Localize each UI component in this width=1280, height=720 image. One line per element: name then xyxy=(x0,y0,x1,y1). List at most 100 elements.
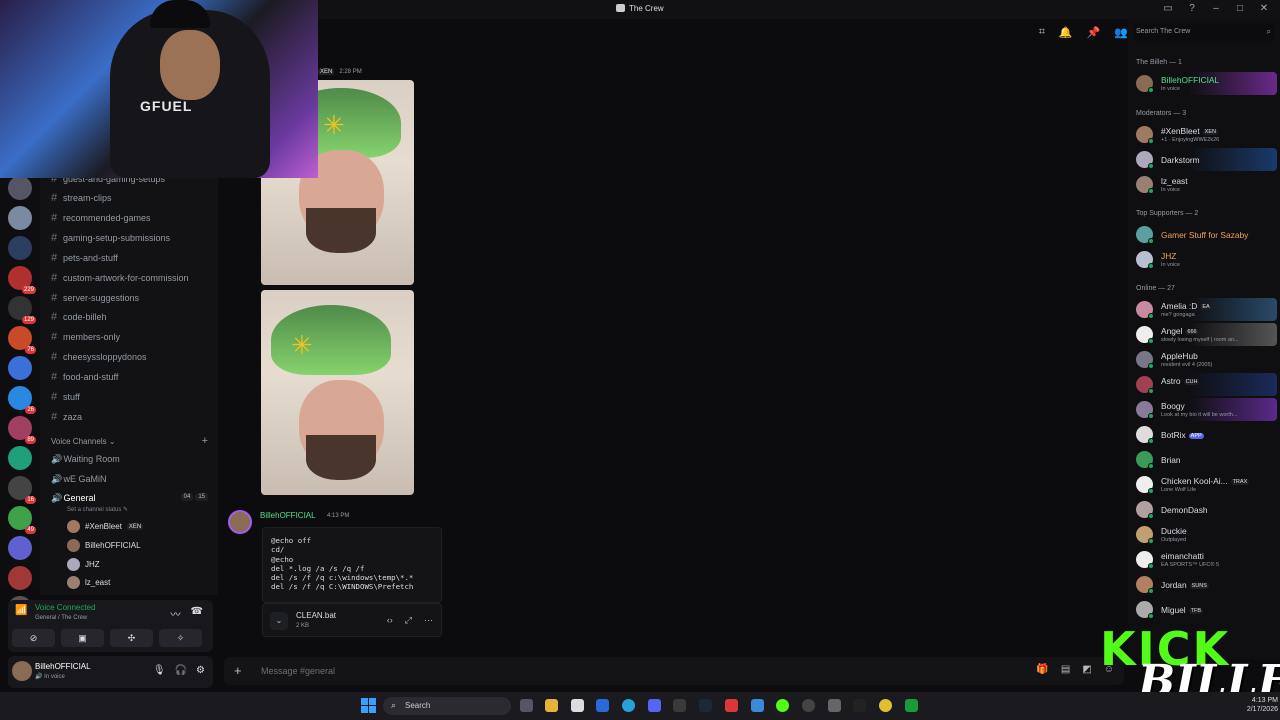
mail-icon[interactable] xyxy=(596,699,609,712)
settings-icon[interactable] xyxy=(828,699,841,712)
sticker-icon[interactable]: ◩ xyxy=(1082,664,1091,675)
channel-members-only[interactable]: # members-only xyxy=(51,331,120,343)
member-item[interactable]: Astro CUH xyxy=(1131,373,1277,396)
store-icon[interactable] xyxy=(571,699,584,712)
channel-food-and-stuff[interactable]: # food-and-stuff xyxy=(51,371,118,383)
chevron-down-icon[interactable]: ⌄ xyxy=(270,612,288,630)
voice-channel-we-gamin[interactable]: 🔊 wE GaMiN xyxy=(51,474,107,485)
gear-icon[interactable]: ⚙ xyxy=(196,665,205,676)
voice-channels-header[interactable]: Voice Channels ⌄ xyxy=(51,437,116,446)
bell-icon[interactable]: 🔔 xyxy=(1059,26,1073,39)
disconnect-icon[interactable]: ☎ xyxy=(191,606,203,621)
avatar[interactable] xyxy=(228,510,252,534)
system-clock[interactable]: 4:13 PM 2/17/2026 xyxy=(1247,696,1278,714)
server-icon[interactable] xyxy=(8,356,32,380)
file-explorer-icon[interactable] xyxy=(545,699,558,712)
member-item[interactable]: Chicken Kool-Ai... TRAX Lone Wolf Life xyxy=(1131,473,1277,496)
channel-stuff[interactable]: # stuff xyxy=(51,391,80,403)
microphone-icon[interactable]: 🎙 xyxy=(153,665,166,676)
server-icon[interactable]: 26 xyxy=(8,386,36,414)
server-icon[interactable] xyxy=(8,176,32,200)
xbox-icon[interactable] xyxy=(673,699,686,712)
screen-share-button[interactable]: ▣ xyxy=(61,629,104,647)
member-item[interactable]: JHZ In voice xyxy=(1131,248,1277,271)
member-item[interactable]: Jordan SUNS xyxy=(1131,573,1277,596)
member-item[interactable]: Angel 666 slowly losing myself | room an..… xyxy=(1131,323,1277,346)
search-input[interactable]: Search The Crew ⌕ xyxy=(1133,24,1275,41)
server-icon[interactable] xyxy=(8,446,32,470)
message-author[interactable]: BillehOFFICIAL xyxy=(260,511,316,520)
member-item[interactable]: eimanchatti EA SPORTS™ UFC® 5 xyxy=(1131,548,1277,571)
server-icon[interactable] xyxy=(8,206,32,230)
voice-user[interactable]: JHZ xyxy=(67,558,100,571)
member-item[interactable]: Boogy Look at my bio it will be worth... xyxy=(1131,398,1277,421)
voice-channel-waiting-room[interactable]: 🔊 Waiting Room xyxy=(51,454,120,465)
server-icon[interactable]: 49 xyxy=(8,506,36,534)
member-item[interactable]: Miguel TFB xyxy=(1131,598,1277,621)
voice-connected-subtitle[interactable]: General / The Crew xyxy=(35,615,87,621)
task-view-icon[interactable] xyxy=(520,699,533,712)
close-icon[interactable]: ✕ xyxy=(1258,3,1270,14)
epic-games-icon[interactable] xyxy=(853,699,866,712)
voice-user[interactable]: #XenBleet XEN xyxy=(67,520,144,533)
channel-stream-clips[interactable]: # stream-clips xyxy=(51,192,112,204)
member-item[interactable]: AppleHub resident evil 4 (2005) xyxy=(1131,348,1277,371)
member-list-icon[interactable]: 👥 xyxy=(1114,26,1128,39)
kick-icon[interactable] xyxy=(776,699,789,712)
channel-code-billeh[interactable]: # code-billeh xyxy=(51,311,107,323)
member-item[interactable]: BillehOFFICIAL In voice xyxy=(1131,72,1277,95)
add-channel-icon[interactable]: + xyxy=(202,435,208,447)
avatar[interactable] xyxy=(12,661,32,681)
pin-icon[interactable]: 📌 xyxy=(1087,26,1101,39)
gift-icon[interactable]: 🎁 xyxy=(1036,664,1048,675)
attachment-image[interactable]: ✳ xyxy=(261,290,414,495)
server-icon[interactable]: 229 xyxy=(8,266,36,294)
steam-icon[interactable] xyxy=(699,699,712,712)
app-icon[interactable] xyxy=(751,699,764,712)
discord-icon[interactable] xyxy=(648,699,661,712)
voice-channel-general[interactable]: 🔊 General xyxy=(51,493,96,504)
help-icon[interactable]: ? xyxy=(1186,3,1198,14)
expand-icon[interactable]: ⤢ xyxy=(405,615,412,626)
server-icon[interactable] xyxy=(8,536,32,560)
obs-icon[interactable] xyxy=(802,699,815,712)
voice-user[interactable]: lz_east xyxy=(67,576,110,589)
code-view-icon[interactable]: ‹› xyxy=(387,615,393,626)
server-icon[interactable] xyxy=(8,236,32,260)
voice-user[interactable]: BillehOFFICIAL xyxy=(67,539,141,552)
member-item[interactable]: #XenBleet XEN +1 · EnjoyingWWE2k26 xyxy=(1131,123,1277,146)
channel-zaza[interactable]: # zaza xyxy=(51,411,82,423)
member-item[interactable]: Darkstorm xyxy=(1131,148,1277,171)
channel-cheesyssloppydonos[interactable]: # cheesyssloppydonos xyxy=(51,351,147,363)
member-item[interactable]: Duckie Outplayed xyxy=(1131,523,1277,546)
edge-icon[interactable] xyxy=(622,699,635,712)
message-input[interactable]: Message #general xyxy=(261,666,335,676)
app-icon[interactable] xyxy=(725,699,738,712)
signal-icon[interactable]: 📶 xyxy=(15,605,27,616)
soundboard-button[interactable]: ✧ xyxy=(159,629,202,647)
member-item[interactable]: BotRix APP xyxy=(1131,423,1277,446)
activities-button[interactable]: ✣ xyxy=(110,629,153,647)
member-item[interactable]: Amelia :D EA me? gongaga xyxy=(1131,298,1277,321)
video-off-button[interactable]: ⊘ xyxy=(12,629,55,647)
member-item[interactable]: Gamer Stuff for Sazaby xyxy=(1131,223,1277,246)
taskbar-search[interactable]: ⌕ Search xyxy=(383,697,511,715)
headphones-icon[interactable]: 🎧 xyxy=(175,665,187,676)
gif-icon[interactable]: ▤ xyxy=(1061,664,1070,675)
server-icon[interactable]: 89 xyxy=(8,416,36,444)
noise-suppression-icon[interactable]: 〰 xyxy=(171,606,181,621)
chrome-icon[interactable] xyxy=(879,699,892,712)
member-item[interactable]: DemonDash xyxy=(1131,498,1277,521)
server-icon[interactable]: 129 xyxy=(8,296,36,324)
server-icon[interactable]: 16 xyxy=(8,476,36,504)
member-item[interactable]: lz_east In voice xyxy=(1131,173,1277,196)
member-item[interactable]: Brian xyxy=(1131,448,1277,471)
channel-pets-and-stuff[interactable]: # pets-and-stuff xyxy=(51,252,118,264)
xbox-app-icon[interactable] xyxy=(905,699,918,712)
plus-icon[interactable]: + xyxy=(234,663,242,678)
inbox-icon[interactable]: ▭ xyxy=(1162,3,1174,14)
maximize-icon[interactable]: □ xyxy=(1234,3,1246,14)
server-icon[interactable]: 76 xyxy=(8,326,36,354)
channel-custom-artwork[interactable]: # custom-artwork-for-commission xyxy=(51,272,189,284)
threads-icon[interactable]: ⌗ xyxy=(1039,26,1045,39)
